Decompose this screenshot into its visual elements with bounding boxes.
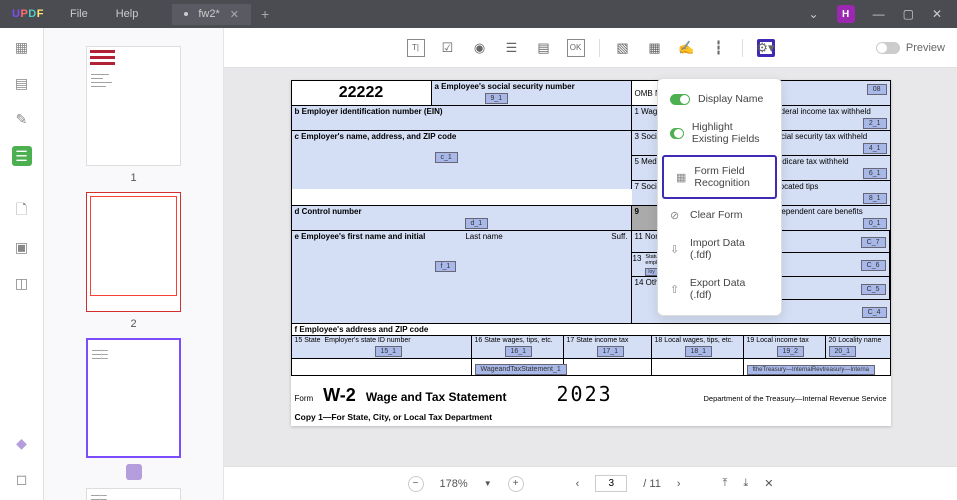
field-8[interactable]: 8_1 [863,193,887,204]
field-c[interactable]: c_1 [435,152,458,163]
button-tool[interactable]: OK [567,39,585,57]
form-page: 22222 a Employee's social security numbe… [291,80,891,426]
dd-export-data[interactable]: ⇧Export Data (.fdf) [658,269,781,309]
image-tool[interactable]: ▧ [614,39,632,57]
field-10[interactable]: 0_1 [863,218,887,229]
titlebar: UPDF File Help fw2* ✕ + ⌄ H — ▢ ✕ [0,0,957,28]
radio-tool[interactable]: ◉ [471,39,489,57]
field-4[interactable]: 4_1 [863,143,887,154]
dd-clear-form[interactable]: ⊘Clear Form [658,201,781,229]
export-icon: ⇧ [670,283,682,295]
page-input[interactable] [595,475,627,492]
zoom-dropdown-icon[interactable]: ▼ [484,479,492,488]
menu-file[interactable]: File [56,8,102,20]
zoom-in-button[interactable]: + [508,476,524,492]
field-20[interactable]: 20_1 [829,346,857,357]
field-12b[interactable]: C_6 [861,260,886,271]
attach-icon[interactable]: 🗋 [13,202,31,220]
tab-title: fw2* [198,8,219,20]
field-d[interactable]: d_1 [465,218,489,229]
thumb-page-2[interactable] [86,192,181,312]
recognition-icon: ▦ [676,171,686,183]
tab-modified-dot [184,12,188,16]
field-2[interactable]: 2_1 [863,118,887,129]
field-wage-stmt[interactable]: WageandTaxStatement_1 [475,364,567,375]
snapshot-icon[interactable]: ◫ [13,274,31,292]
avatar[interactable]: H [837,5,855,23]
new-tab-button[interactable]: + [261,6,269,22]
form-year: 2023 [557,382,613,406]
zoom-out-button[interactable]: − [408,476,424,492]
field-12c[interactable]: C_5 [861,284,886,295]
dd-form-recognition[interactable]: ▦Form Field Recognition [662,155,777,199]
field-treasury[interactable]: ftheTreasury—InternalRevtreasury—Interna [747,365,876,375]
field-15[interactable]: 15_1 [375,346,403,357]
dd-display-name[interactable]: Display Name [658,85,781,113]
forms-icon[interactable]: ☰ [12,146,32,166]
field-18[interactable]: 18_1 [685,346,713,357]
zoom-level: 178% [440,478,468,490]
text-field-tool[interactable]: T| [407,39,425,57]
toggle-on-icon[interactable] [670,128,684,139]
dd-import-data[interactable]: ⇩Import Data (.fdf) [658,229,781,269]
thumb-badge-3 [126,464,142,480]
thumb-page-1[interactable]: ▬▬▬▬▬▬▬▬▬▬▬▬▬▬▬▬▬▬▬▬▬▬ [86,46,181,166]
form-toolbar: T| ☑ ◉ ☰ ▤ OK ▧ ▦ ✍ ┇ ⚙▾ Preview [224,28,957,68]
field-f[interactable]: f_1 [435,261,457,272]
prev-page-button[interactable]: ‹ [576,478,580,490]
field-19[interactable]: 19_2 [777,346,805,357]
last-page-button[interactable]: ⤓ [743,477,748,490]
maximize-button[interactable]: ▢ [903,7,914,21]
field-16[interactable]: 16_1 [505,346,533,357]
field-12a[interactable]: C_7 [861,237,886,248]
bookmarks-icon[interactable]: ▤ [13,74,31,92]
import-icon: ⇩ [670,243,682,255]
minimize-button[interactable]: — [873,7,885,21]
bottom-bar: − 178% ▼ + ‹ / 11 › ⤒ ⤓ ✕ [224,466,957,500]
layers-icon[interactable]: ▣ [13,238,31,256]
thumb-page-4[interactable]: ▬▬▬|▬▬▬▬▬|▬▬ [86,488,181,500]
toggle-on-icon[interactable] [670,94,690,105]
chevron-down-icon[interactable]: ⌄ [809,7,819,21]
tab-close-icon[interactable]: ✕ [230,8,239,21]
page-total: / 11 [643,478,661,490]
next-page-button[interactable]: › [677,478,681,490]
signature-tool[interactable]: ✍ [678,39,696,57]
close-button[interactable]: ✕ [932,7,942,21]
main-area: T| ☑ ◉ ☰ ▤ OK ▧ ▦ ✍ ┇ ⚙▾ Preview Display… [224,28,957,500]
list-tool[interactable]: ☰ [503,39,521,57]
menu-help[interactable]: Help [102,8,153,20]
field-6[interactable]: 6_1 [863,168,887,179]
thumbnails-icon[interactable]: ▦ [13,38,31,56]
thumbnail-panel: ▬▬▬▬▬▬▬▬▬▬▬▬▬▬▬▬▬▬▬▬▬▬ 1 2 ▬▬▬|▬▬▬▬▬|▬▬▬… [44,28,224,500]
thumb-label-1: 1 [44,172,223,184]
field-17[interactable]: 17_1 [597,346,625,357]
divider-tool[interactable]: ┇ [710,39,728,57]
thumb-label-2: 2 [44,318,223,330]
clear-icon: ⊘ [670,209,682,221]
checkbox-tool[interactable]: ☑ [439,39,457,57]
date-tool[interactable]: ▦ [646,39,664,57]
close-bar-button[interactable]: ✕ [764,477,773,490]
field-a[interactable]: 9_1 [485,93,509,104]
thumb-page-3[interactable]: ▬▬▬|▬▬▬▬▬|▬▬▬▬▬|▬▬ [86,338,181,458]
left-sidebar: ▦ ▤ ✎ ☰ 🗋 ▣ ◫ ◆ ◻ [0,28,44,500]
dd-highlight-fields[interactable]: Highlight Existing Fields [658,113,781,153]
form-tools-dropdown: Display Name Highlight Existing Fields ▦… [657,78,782,316]
copy-line: Copy 1—For State, City, or Local Tax Dep… [291,412,891,426]
document-tab[interactable]: fw2* ✕ [172,4,251,25]
form-settings-tool[interactable]: ⚙▾ [757,39,775,57]
bookmark-icon[interactable]: ◻ [13,470,31,488]
preview-toggle[interactable]: Preview [876,42,945,54]
box-22222: 22222 [292,81,432,105]
annotations-icon[interactable]: ✎ [13,110,31,128]
cube-icon[interactable]: ◆ [13,434,31,452]
first-page-button[interactable]: ⤒ [722,477,727,490]
form-w2-title: W-2 [323,385,356,406]
app-logo: UPDF [0,8,56,20]
field-12d[interactable]: C_4 [862,307,887,318]
switch-icon[interactable] [876,42,900,54]
dropdown-tool[interactable]: ▤ [535,39,553,57]
